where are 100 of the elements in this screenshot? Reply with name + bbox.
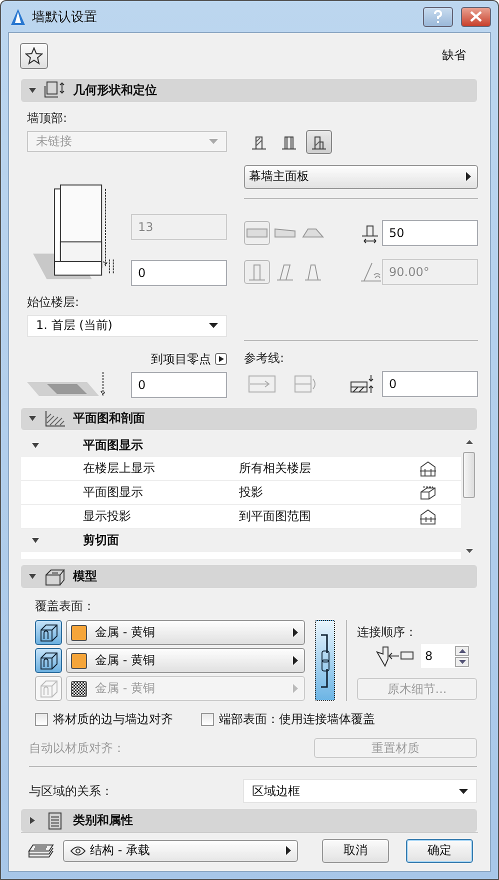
section-title: 模型 — [73, 568, 97, 586]
section-title: 平面图和剖面 — [73, 410, 145, 428]
reference-offset-icon — [350, 374, 376, 394]
scroll-down-icon[interactable] — [466, 549, 472, 554]
section-header[interactable]: 平面图和剖面 — [21, 408, 477, 430]
increment-button[interactable] — [455, 646, 469, 656]
section-header[interactable]: 类别和属性 — [21, 809, 477, 832]
dialog-button[interactable]: 确定 — [406, 838, 473, 863]
wall-profile-icon — [274, 227, 296, 240]
arrow-right-icon — [293, 656, 298, 666]
material-menu-button[interactable]: 金属 - 黄铜 — [66, 620, 305, 646]
reference-line-label: 参考线: — [244, 350, 286, 367]
expand-triangle-icon[interactable] — [31, 536, 40, 546]
arrow-right-icon[interactable] — [215, 353, 227, 366]
base-offset-field[interactable]: 0 — [131, 260, 227, 286]
help-icon — [433, 10, 443, 24]
wall-slant-icon — [249, 263, 265, 282]
layer-menu-button[interactable]: 结构 - 承载 — [63, 840, 298, 862]
tree-group-row[interactable]: 平面图显示 — [21, 434, 461, 458]
setting-name: 显示投影 — [83, 508, 132, 526]
close-button[interactable] — [461, 6, 491, 26]
reference-offset-field[interactable]: 0 — [382, 371, 478, 398]
wall-section-icon — [281, 134, 297, 150]
connection-order-value: 8 — [425, 649, 433, 664]
setting-value[interactable]: 所有相关楼层 — [239, 460, 419, 478]
setting-value[interactable]: 到平面图范围 — [239, 508, 419, 526]
project-zero-link[interactable]: 到项目零点 — [151, 350, 211, 368]
collapse-triangle-icon[interactable] — [28, 572, 37, 582]
home-story-label: 始位楼层: — [27, 294, 80, 312]
group-title: 平面图显示 — [83, 437, 143, 454]
arrow-right-icon — [466, 172, 471, 182]
layers-icon — [27, 842, 55, 859]
wall-connection-icon — [375, 644, 415, 668]
wall-slant-icon — [277, 263, 293, 282]
window-title: 墙默认设置 — [32, 8, 97, 26]
expand-triangle-icon[interactable] — [28, 816, 37, 826]
override-surfaces-label: 覆盖表面： — [35, 598, 96, 616]
cube-face-icon — [38, 622, 58, 643]
section-header[interactable]: 几何形状和定位 — [21, 78, 477, 102]
override-toggle-button[interactable] — [35, 620, 62, 646]
wall-profile-icon — [246, 227, 268, 240]
floor-plan-option-icon — [419, 484, 437, 501]
checkbox[interactable] — [201, 713, 214, 726]
home-story-dropdown[interactable]: 1. 首层 (当前) — [27, 315, 227, 337]
wall-profile-icon — [302, 227, 324, 240]
favorites-button[interactable] — [20, 42, 48, 69]
zero-offset-field[interactable]: 0 — [131, 372, 227, 398]
wall-section-icon — [251, 134, 267, 150]
dropdown-arrow-icon — [209, 323, 218, 328]
connection-order-spinner[interactable]: 8 — [421, 644, 469, 668]
caret-down-icon — [458, 660, 466, 664]
app-logo-icon — [10, 8, 26, 26]
group-title: 剪切面 — [83, 532, 119, 550]
material-menu-button[interactable]: 金属 - 黄铜 — [66, 648, 305, 674]
wall-slant-icon — [305, 263, 321, 282]
composite-menu-button[interactable]: 幕墙主面板 — [244, 164, 478, 189]
scroll-up-icon[interactable] — [466, 440, 472, 444]
dialog-button[interactable]: 取消 — [322, 838, 389, 863]
checkbox[interactable] — [35, 713, 48, 726]
close-icon — [470, 11, 482, 22]
eye-icon — [70, 846, 86, 856]
slant-angle-icon — [360, 262, 382, 282]
chain-link-button[interactable] — [315, 620, 335, 702]
arrow-right-icon — [293, 684, 298, 694]
hatch-icon — [44, 410, 66, 428]
default-label: 缺省 — [442, 47, 466, 64]
override-toggle-button[interactable] — [35, 648, 62, 674]
cube-face-icon — [38, 678, 58, 699]
section-title: 类别和属性 — [73, 812, 133, 830]
dropdown-arrow-icon — [459, 788, 468, 794]
connection-order-label: 连接顺序： — [357, 624, 418, 642]
geometry-icon — [44, 81, 66, 100]
auto-align-label: 自动以材质对齐： — [29, 740, 125, 757]
cube-face-icon — [38, 650, 58, 671]
section-title: 几何形状和定位 — [73, 82, 157, 99]
box-icon — [44, 568, 66, 586]
tree-group-row[interactable]: 剪切面 — [21, 529, 461, 552]
wall-structure-button[interactable] — [306, 130, 332, 154]
collapse-triangle-icon[interactable] — [28, 86, 37, 95]
zone-relation-dropdown[interactable]: 区域边框 — [243, 779, 477, 804]
arrow-right-icon — [286, 846, 291, 856]
expand-triangle-icon[interactable] — [31, 441, 40, 450]
setting-name: 平面图显示 — [83, 484, 144, 502]
floor-plan-option-icon — [419, 460, 437, 477]
floor-plan-option-icon — [419, 508, 437, 525]
arrow-right-icon — [293, 628, 298, 638]
setting-value[interactable]: 投影 — [239, 484, 419, 502]
dropdown-arrow-icon — [209, 138, 218, 144]
star-icon — [25, 46, 43, 65]
flip-icon — [294, 375, 318, 394]
wall-thickness-field[interactable]: 50 — [382, 220, 478, 246]
setting-name: 在楼层上显示 — [83, 460, 156, 478]
section-header[interactable]: 模型 — [21, 565, 477, 588]
zone-relation-label: 与区域的关系： — [29, 782, 113, 800]
caret-up-icon — [458, 648, 466, 653]
collapse-triangle-icon[interactable] — [28, 414, 37, 424]
arrow-right-icon — [248, 375, 276, 394]
help-button[interactable] — [423, 6, 453, 26]
wall-section-icon — [311, 134, 327, 150]
decrement-button[interactable] — [455, 656, 469, 667]
